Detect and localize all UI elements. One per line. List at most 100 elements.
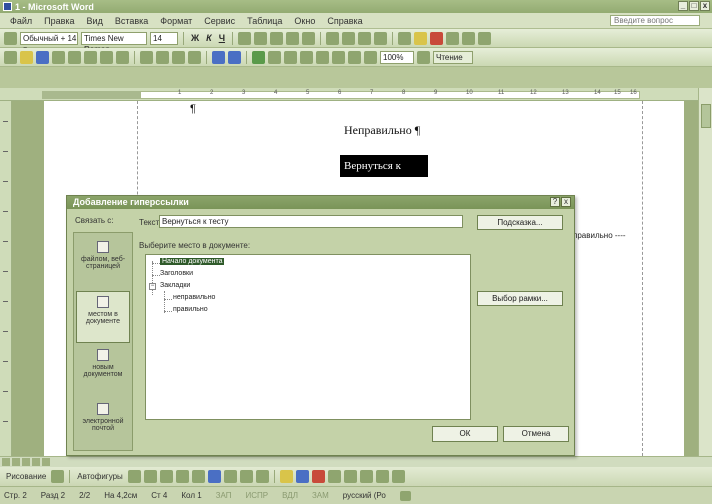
arrow-icon[interactable] <box>143 470 157 483</box>
autoshapes-menu[interactable]: Автофигуры <box>75 472 125 481</box>
drawing-icon[interactable] <box>332 50 345 64</box>
link-to-place-tile[interactable]: местом в документе <box>76 291 130 343</box>
text-box-icon[interactable] <box>191 470 205 483</box>
styles-pane-icon[interactable] <box>4 31 17 45</box>
hyperlink-icon[interactable] <box>252 50 265 64</box>
text-to-display-input[interactable]: Вернуться к тесту <box>159 215 463 228</box>
maximize-button[interactable]: □ <box>689 1 699 11</box>
dash-style-icon[interactable] <box>343 470 357 483</box>
read-mode-button[interactable]: Чтение <box>433 50 473 64</box>
save-icon[interactable] <box>36 50 49 64</box>
justify-icon[interactable] <box>286 31 300 45</box>
style-select[interactable]: Обычный + 14 п <box>20 31 78 54</box>
scrollbar-thumb[interactable] <box>701 104 711 128</box>
tree-item-bookmarks[interactable]: Закладки <box>160 282 190 289</box>
rectangle-icon[interactable] <box>159 470 173 483</box>
open-icon[interactable] <box>20 50 33 64</box>
reading-view-icon[interactable] <box>42 458 50 466</box>
dialog-title-bar[interactable]: Добавление гиперссылки ? x <box>67 196 574 209</box>
font-size-select[interactable]: 14 <box>150 31 178 45</box>
tree-collapse-icon[interactable]: − <box>149 283 156 290</box>
permission-icon[interactable] <box>52 50 65 64</box>
normal-view-icon[interactable] <box>2 458 10 466</box>
italic-button[interactable]: К <box>204 33 214 43</box>
format-painter-icon[interactable] <box>478 31 492 45</box>
insert-excel-icon[interactable] <box>300 50 313 64</box>
status-extend[interactable]: ВДЛ <box>282 491 298 500</box>
status-overtype[interactable]: ЗАМ <box>312 491 329 500</box>
show-hide-icon[interactable] <box>364 50 377 64</box>
arrow-style-icon[interactable] <box>359 470 373 483</box>
bullets-icon[interactable] <box>342 31 356 45</box>
close-button[interactable]: x <box>700 1 710 11</box>
highlight-icon[interactable] <box>414 31 428 45</box>
spelling-status-icon[interactable] <box>399 490 411 501</box>
cut-icon[interactable] <box>140 50 153 64</box>
menu-edit[interactable]: Правка <box>38 16 80 26</box>
menu-view[interactable]: Вид <box>81 16 109 26</box>
print-icon[interactable] <box>68 50 81 64</box>
tree-item-headings[interactable]: Заголовки <box>160 270 193 277</box>
format-painter-icon[interactable] <box>188 50 201 64</box>
borders-icon[interactable] <box>398 31 412 45</box>
increase-indent-icon[interactable] <box>374 31 388 45</box>
subscript-icon[interactable] <box>462 31 476 45</box>
print-preview-icon[interactable] <box>84 50 97 64</box>
menu-file[interactable]: Файл <box>4 16 38 26</box>
align-left-icon[interactable] <box>238 31 252 45</box>
tables-borders-icon[interactable] <box>268 50 281 64</box>
tree-item-top[interactable]: Начало документа <box>160 258 225 265</box>
status-record[interactable]: ЗАП <box>216 491 232 500</box>
minimize-button[interactable]: _ <box>678 1 688 11</box>
horizontal-ruler[interactable]: 1 2 3 4 5 6 7 8 9 10 11 12 13 14 15 16 <box>0 88 712 101</box>
diagram-icon[interactable] <box>223 470 237 483</box>
undo-icon[interactable] <box>212 50 225 64</box>
selected-link-text[interactable]: Вернуться к тесту¶ <box>340 155 428 194</box>
dialog-help-button[interactable]: ? <box>550 197 560 207</box>
fill-color-icon[interactable] <box>279 470 293 483</box>
line-color-icon[interactable] <box>295 470 309 483</box>
status-track[interactable]: ИСПР <box>246 491 269 500</box>
vertical-ruler[interactable] <box>0 101 12 456</box>
web-view-icon[interactable] <box>12 458 20 466</box>
new-document-icon[interactable] <box>4 50 17 64</box>
zoom-select[interactable]: 100% <box>380 50 414 64</box>
screentip-button[interactable]: Подсказка... <box>477 215 563 230</box>
picture-icon[interactable] <box>255 470 269 483</box>
select-objects-icon[interactable] <box>51 470 65 483</box>
font-select[interactable]: Times New Roman <box>81 31 147 54</box>
underline-button[interactable]: Ч <box>217 33 227 43</box>
copy-icon[interactable] <box>156 50 169 64</box>
ok-button[interactable]: ОК <box>432 426 498 442</box>
numbering-icon[interactable] <box>326 31 340 45</box>
menu-table[interactable]: Таблица <box>241 16 288 26</box>
spelling-icon[interactable] <box>100 50 113 64</box>
bold-button[interactable]: Ж <box>189 33 201 43</box>
font-color-icon[interactable] <box>311 470 325 483</box>
superscript-icon[interactable] <box>446 31 460 45</box>
bookmark-button[interactable]: Выбор рамки... <box>477 291 563 306</box>
help-search-input[interactable]: Введите вопрос <box>610 15 700 26</box>
line-icon[interactable] <box>127 470 141 483</box>
insert-table-icon[interactable] <box>284 50 297 64</box>
tree-item-bookmark[interactable]: правильно <box>173 306 208 313</box>
font-color-icon[interactable] <box>430 31 444 45</box>
menu-tools[interactable]: Сервис <box>198 16 241 26</box>
document-places-tree[interactable]: Начало документа Заголовки − Закладки не… <box>145 254 471 420</box>
decrease-indent-icon[interactable] <box>358 31 372 45</box>
oval-icon[interactable] <box>175 470 189 483</box>
link-to-email-tile[interactable]: электронной почтой <box>76 399 130 451</box>
draw-menu[interactable]: Рисование <box>4 472 48 481</box>
align-right-icon[interactable] <box>270 31 284 45</box>
line-style-icon[interactable] <box>327 470 341 483</box>
print-layout-icon[interactable] <box>22 458 30 466</box>
document-map-icon[interactable] <box>348 50 361 64</box>
help-icon[interactable] <box>417 50 430 64</box>
cancel-button[interactable]: Отмена <box>503 426 569 442</box>
vertical-scrollbar[interactable] <box>698 88 712 456</box>
redo-icon[interactable] <box>228 50 241 64</box>
clip-art-icon[interactable] <box>239 470 253 483</box>
paste-icon[interactable] <box>172 50 185 64</box>
menu-help[interactable]: Справка <box>321 16 368 26</box>
dialog-close-button[interactable]: x <box>561 197 571 207</box>
